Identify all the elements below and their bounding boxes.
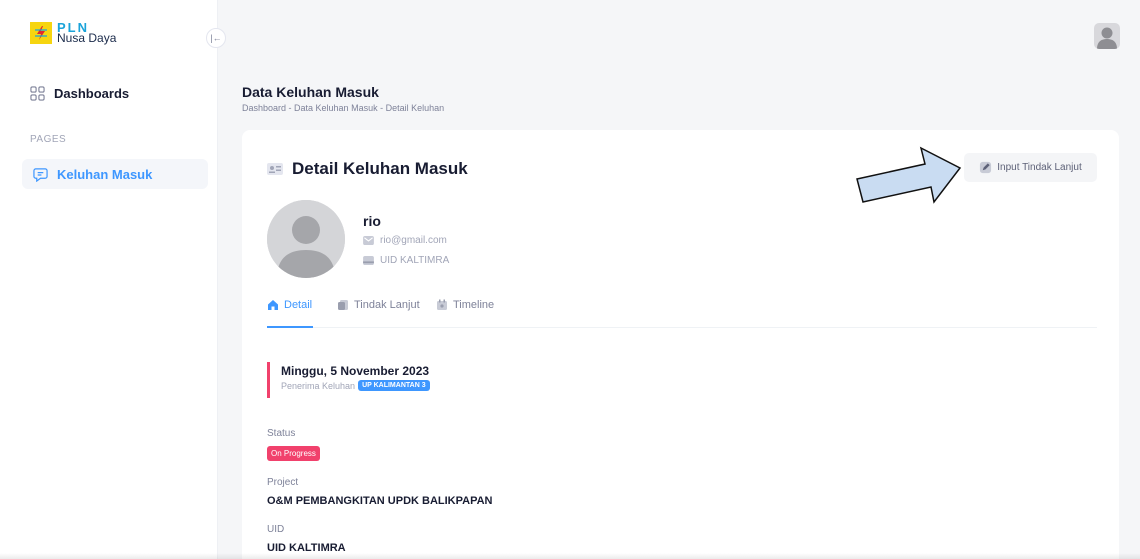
- page-title: Data Keluhan Masuk: [242, 84, 379, 100]
- profile-avatar: [267, 200, 345, 278]
- complaint-date: Minggu, 5 November 2023: [281, 364, 430, 378]
- bottom-edge-shadow: [0, 553, 1140, 559]
- input-tindak-lanjut-button[interactable]: Input Tindak Lanjut: [964, 153, 1097, 182]
- penerima-row: Penerima Keluhan UP KALIMANTAN 3: [281, 380, 430, 391]
- card-title-text: Detail Keluhan Masuk: [292, 159, 468, 178]
- mail-icon: [363, 236, 374, 245]
- user-email-row: rio@gmail.com: [363, 235, 447, 246]
- id-card-icon: [267, 163, 283, 175]
- home-icon: [268, 300, 278, 310]
- brand-name-bottom: Nusa Daya: [57, 31, 117, 45]
- annotation-arrow-icon: [856, 146, 962, 204]
- user-uid-row: UID KALTIMRA: [363, 255, 449, 266]
- message-icon: [33, 167, 48, 182]
- document-icon: [338, 300, 348, 310]
- sidebar-item-dashboards[interactable]: Dashboards: [30, 86, 129, 101]
- complaint-date-block: Minggu, 5 November 2023 Penerima Keluhan…: [267, 362, 430, 398]
- tab-timeline[interactable]: Timeline: [436, 299, 494, 328]
- sidebar-section-label: PAGES: [30, 134, 67, 145]
- collapse-arrow-icon: |←: [210, 33, 222, 43]
- tab-tindak-lanjut[interactable]: Tindak Lanjut: [337, 299, 420, 328]
- sidebar-item-label: Keluhan Masuk: [57, 166, 153, 182]
- card-icon: [363, 256, 374, 265]
- grid-icon: [30, 86, 45, 101]
- sidebar-item-label: Dashboards: [54, 86, 130, 101]
- status-label: Status: [267, 428, 296, 439]
- uid-label: UID: [267, 524, 285, 535]
- penerima-label: Penerima Keluhan: [281, 380, 356, 391]
- user-name: rio: [363, 213, 381, 229]
- project-label: Project: [267, 477, 299, 488]
- project-value: O&M PEMBANGKITAN UPDK BALIKPAPAN: [267, 495, 493, 507]
- tab-label: Detail: [284, 299, 313, 311]
- detail-card: Detail Keluhan Masuk Input Tindak Lanjut…: [242, 130, 1119, 559]
- card-title: Detail Keluhan Masuk: [267, 159, 468, 179]
- edit-icon: [980, 161, 992, 174]
- tab-label: Tindak Lanjut: [354, 299, 420, 311]
- penerima-badge: UP KALIMANTAN 3: [358, 380, 430, 391]
- tab-detail[interactable]: Detail: [267, 299, 313, 328]
- user-uid-text: UID KALTIMRA: [380, 255, 450, 266]
- detail-tabs: Detail Tindak Lanjut Timeline: [267, 299, 1097, 328]
- sidebar: PLN Nusa Daya Dashboards PAGES Keluhan M…: [0, 0, 218, 559]
- calendar-icon: [437, 299, 447, 310]
- pln-lightning-icon: [30, 22, 52, 44]
- button-label: Input Tindak Lanjut: [997, 162, 1082, 173]
- user-email-text: rio@gmail.com: [380, 235, 447, 246]
- sidebar-collapse-button[interactable]: |←: [206, 28, 226, 48]
- user-avatar[interactable]: [1094, 23, 1120, 49]
- sidebar-item-keluhan-masuk[interactable]: Keluhan Masuk: [22, 159, 208, 189]
- status-badge: On Progress: [267, 446, 320, 461]
- tab-label: Timeline: [453, 299, 495, 311]
- pln-logo[interactable]: PLN Nusa Daya: [30, 21, 117, 45]
- breadcrumb: Dashboard - Data Keluhan Masuk - Detail …: [242, 103, 445, 113]
